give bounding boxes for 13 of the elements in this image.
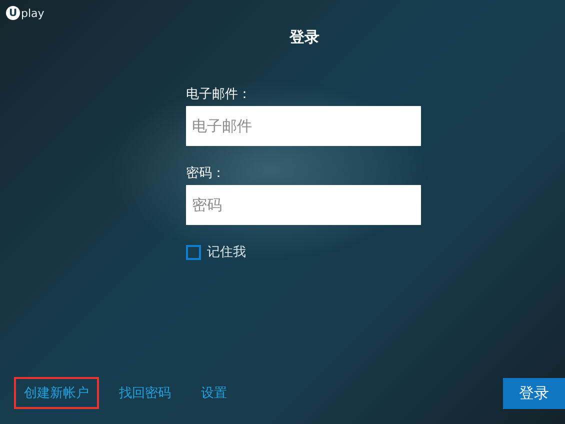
remember-label: 记住我: [207, 244, 246, 261]
field-label: 电子邮件：: [186, 86, 252, 103]
footer-link[interactable]: 找回密码: [109, 377, 181, 409]
input-field[interactable]: 密码: [186, 185, 421, 225]
field-label: 密码：: [186, 165, 226, 182]
logo-mark: U: [6, 6, 20, 20]
remember-checkbox[interactable]: [186, 244, 201, 260]
footer-link[interactable]: 创建新帐户: [14, 377, 99, 409]
page-title: 登录: [290, 28, 320, 47]
footer-link[interactable]: 设置: [191, 377, 237, 409]
login-button[interactable]: 登录: [503, 378, 565, 408]
input-field[interactable]: 电子邮件: [186, 106, 421, 146]
logo-text: play: [21, 6, 44, 20]
